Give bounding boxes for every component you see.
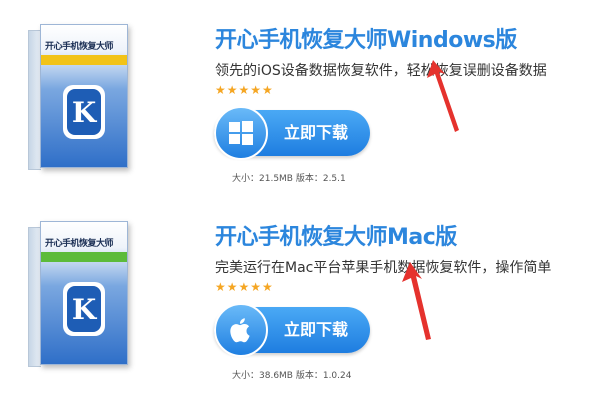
- file-meta: 大小：21.5MB 版本：2.5.1: [232, 174, 346, 184]
- k-logo-letter: K: [67, 89, 101, 135]
- rating-stars: ★★★★★: [215, 83, 274, 97]
- box-face: 开心手机恢复大师 K: [40, 24, 128, 168]
- product-box-image: 开心手机恢复大师 K: [28, 18, 128, 170]
- red-arrow-icon: [402, 262, 431, 340]
- box-title: 开心手机恢复大师: [45, 239, 114, 249]
- k-logo-icon: K: [63, 85, 105, 139]
- box-title: 开心手机恢复大师: [45, 42, 114, 52]
- k-logo-icon: K: [63, 282, 105, 336]
- apple-icon: [214, 303, 268, 357]
- box-stripe: [41, 55, 127, 65]
- rating-stars: ★★★★★: [215, 280, 274, 294]
- box-stripe: [41, 252, 127, 262]
- download-button-label: 立即下载: [284, 320, 349, 339]
- product-card-windows: 开心手机恢复大师 K 开心手机恢复大师Windows版 领先的iOS设备数据恢复…: [0, 0, 600, 197]
- product-title[interactable]: 开心手机恢复大师Mac版: [215, 219, 457, 251]
- windows-icon: [214, 106, 268, 160]
- product-title[interactable]: 开心手机恢复大师Windows版: [215, 22, 517, 54]
- download-button-label: 立即下载: [284, 123, 349, 142]
- box-face: 开心手机恢复大师 K: [40, 221, 128, 365]
- product-card-mac: 开心手机恢复大师 K 开心手机恢复大师Mac版 完美运行在Mac平台苹果手机数据…: [0, 197, 600, 394]
- product-description: 完美运行在Mac平台苹果手机数据恢复软件，操作简单: [215, 260, 552, 276]
- download-button-windows[interactable]: 立即下载: [214, 106, 370, 160]
- k-logo-letter: K: [67, 286, 101, 332]
- download-button-mac[interactable]: 立即下载: [214, 303, 370, 357]
- product-box-image: 开心手机恢复大师 K: [28, 215, 128, 367]
- file-meta: 大小：38.6MB 版本：1.0.24: [232, 371, 352, 381]
- product-description: 领先的iOS设备数据恢复软件，轻松恢复误删设备数据: [215, 63, 547, 79]
- red-arrow-icon: [427, 60, 459, 132]
